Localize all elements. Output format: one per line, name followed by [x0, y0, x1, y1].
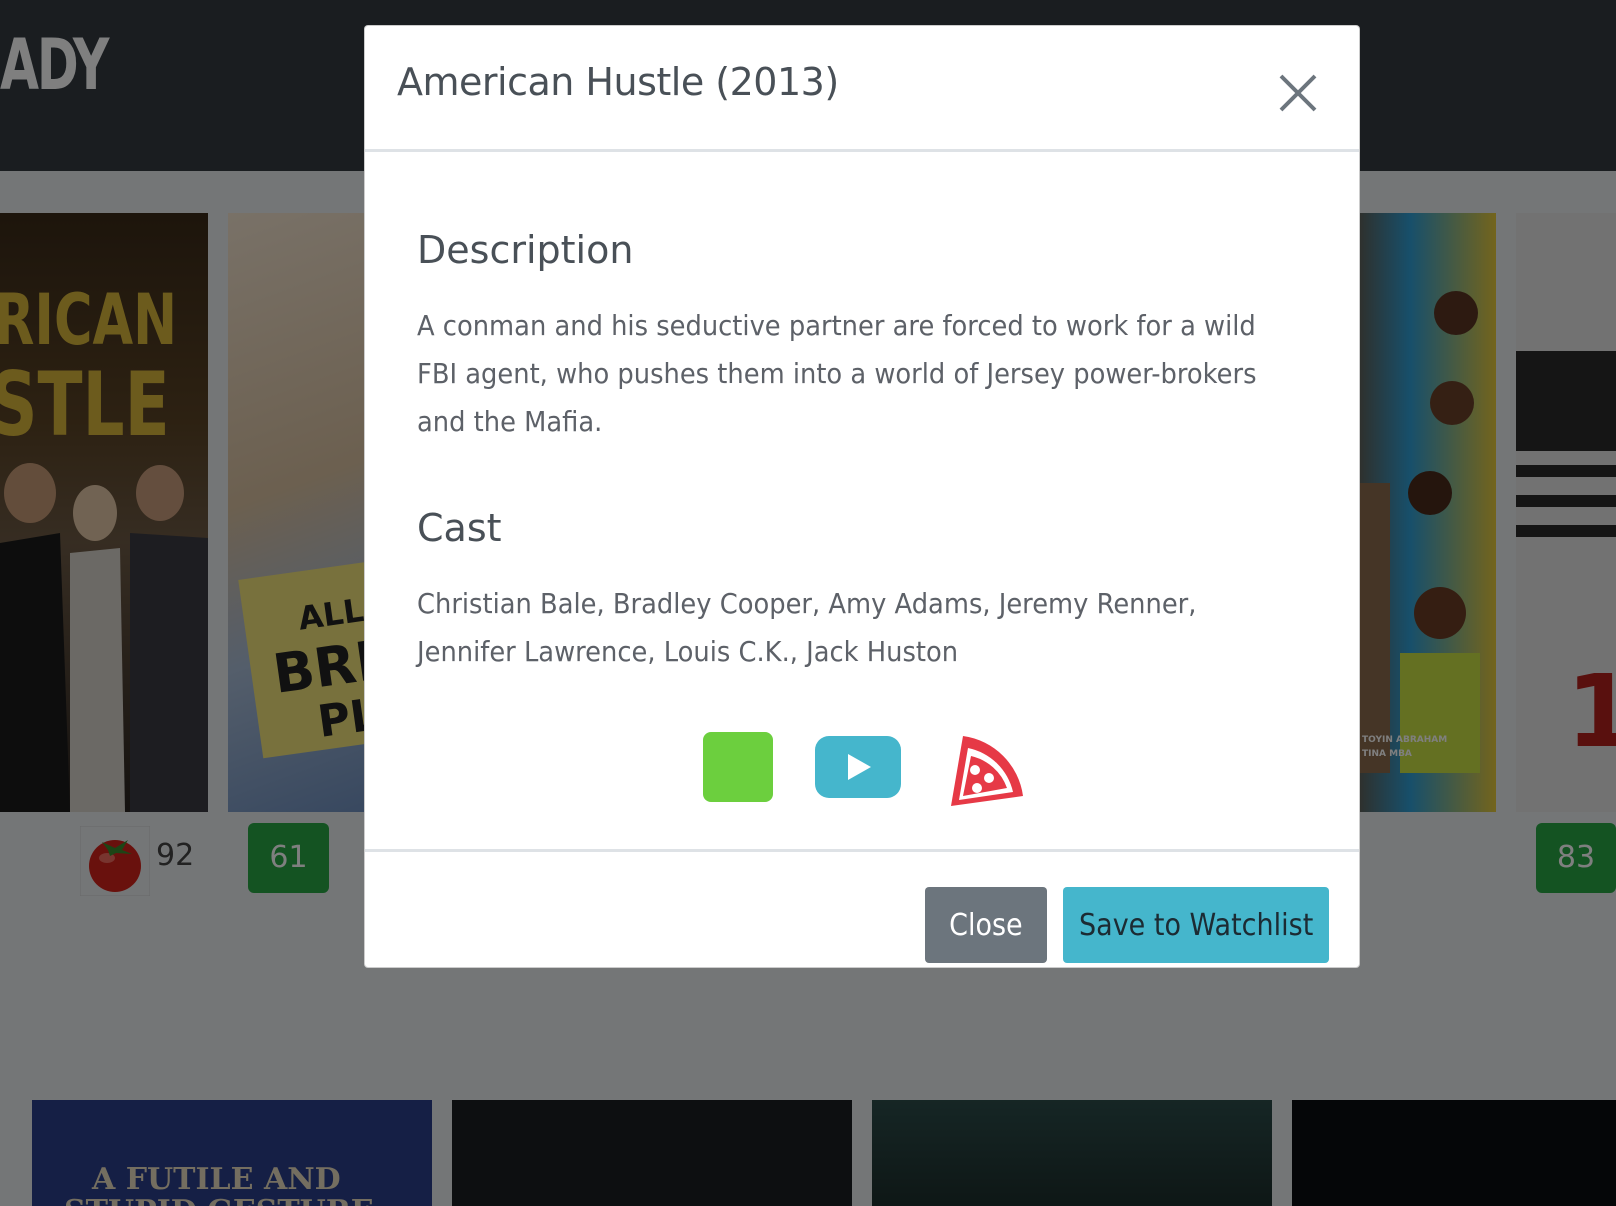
- close-button-label: Close: [949, 907, 1023, 943]
- modal-body: Description A conman and his seductive p…: [365, 152, 1359, 852]
- description-text: A conman and his seductive partner are f…: [417, 309, 1257, 438]
- movie-details-modal: American Hustle (2013) Description A con…: [364, 25, 1360, 968]
- green-square-icon[interactable]: [703, 732, 773, 802]
- save-button-label: Save to Watchlist: [1078, 907, 1314, 943]
- modal-header: American Hustle (2013): [365, 26, 1359, 152]
- youtube-play-icon[interactable]: [815, 736, 901, 798]
- description-heading: Description: [417, 228, 634, 272]
- close-icon[interactable]: [1273, 68, 1323, 118]
- cast-text: Christian Bale, Bradley Cooper, Amy Adam…: [417, 587, 1197, 668]
- cast-heading: Cast: [417, 506, 502, 550]
- close-button[interactable]: Close: [925, 887, 1047, 963]
- modal-footer: Close Save to Watchlist: [365, 852, 1359, 969]
- pizza-slice-icon[interactable]: [941, 726, 1025, 810]
- save-to-watchlist-button[interactable]: Save to Watchlist: [1063, 887, 1329, 963]
- streaming-links: [365, 726, 1359, 816]
- modal-title: American Hustle (2013): [397, 60, 839, 104]
